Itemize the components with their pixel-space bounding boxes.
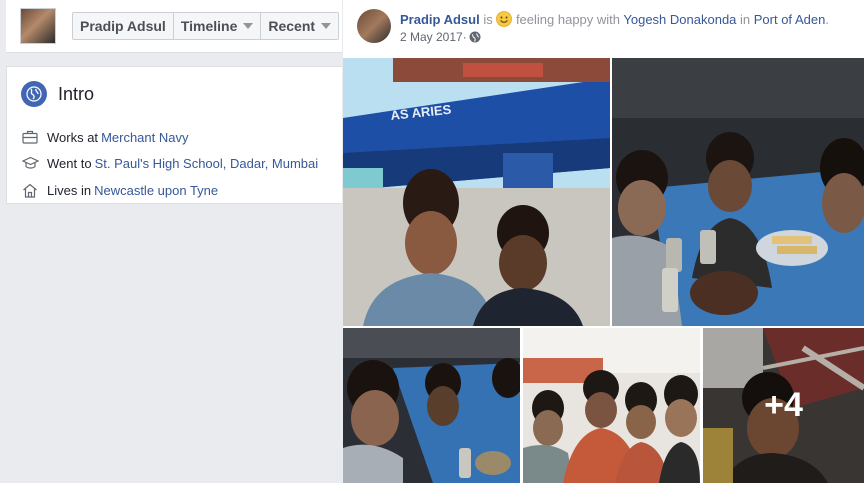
photo-night-table [343, 328, 520, 483]
intro-location-row: Lives in Newcastle upon Tyne [21, 182, 218, 198]
public-globe-icon[interactable] [469, 31, 481, 43]
briefcase-icon [21, 129, 39, 145]
post-is-text: is [479, 12, 497, 27]
education-prefix: Went to [47, 155, 92, 171]
intro-title: Intro [58, 83, 95, 104]
post-author-link[interactable]: Pradip Adsul [400, 12, 480, 27]
post-photo-4[interactable] [523, 328, 700, 483]
profile-name-button[interactable]: Pradip Adsul [73, 13, 174, 39]
post-date-link[interactable]: 2 May 2017 [400, 30, 463, 44]
intro-header: Intro [21, 81, 94, 107]
timeline-label: Timeline [180, 18, 238, 34]
more-photos-tile[interactable]: +4 [703, 328, 864, 483]
recent-label: Recent [268, 18, 316, 34]
location-link[interactable]: Newcastle upon Tyne [94, 183, 218, 198]
post-author-avatar[interactable] [357, 9, 391, 43]
tagged-friend-link[interactable]: Yogesh Donakonda [623, 12, 736, 27]
home-icon [21, 182, 39, 198]
photo-crew-cabin [523, 328, 700, 483]
education-link[interactable]: St. Paul's High School, Dadar, Mumbai [95, 156, 319, 171]
post-header-line: Pradip Adsul is feeling happy with Yoges… [400, 11, 829, 30]
post-photo-2[interactable] [612, 58, 864, 326]
post-feeling-text: feeling happy with [512, 12, 624, 27]
recent-button[interactable]: Recent [261, 13, 338, 39]
profile-name-label: Pradip Adsul [80, 18, 166, 34]
post-photo-3[interactable] [343, 328, 520, 483]
intro-education-row: Went to St. Paul's High School, Dadar, M… [21, 155, 318, 171]
location-prefix: Lives in [47, 182, 92, 198]
chevron-down-icon [321, 23, 332, 29]
post-in-text: in [736, 12, 754, 27]
globe-icon [21, 81, 47, 107]
intro-work-row: Works at Merchant Navy [21, 129, 188, 145]
place-link[interactable]: Port of Aden [754, 12, 826, 27]
more-photos-count: +4 [703, 328, 864, 483]
work-prefix: Works at [47, 129, 99, 145]
chevron-down-icon [243, 23, 254, 29]
smiley-icon [496, 11, 513, 30]
post-period: . [825, 12, 829, 27]
feed-post: Pradip Adsul is feeling happy with Yoges… [343, 0, 864, 483]
post-meta-separator: · [462, 30, 467, 44]
post-meta-line: 2 May 2017 · [400, 30, 481, 44]
profile-nav-buttons: Pradip Adsul Timeline Recent [72, 12, 340, 40]
profile-avatar[interactable] [20, 8, 56, 44]
photo-ship-selfie: AS ARIES [343, 58, 610, 326]
work-link[interactable]: Merchant Navy [101, 130, 188, 145]
graduation-cap-icon [21, 155, 39, 171]
photo-night-group [612, 58, 864, 326]
profile-nav-bar: Pradip Adsul Timeline Recent [6, 0, 342, 53]
timeline-button[interactable]: Timeline [174, 13, 262, 39]
intro-card: Intro Works at Merchant Navy Went to St.… [6, 66, 342, 204]
post-photo-1[interactable]: AS ARIES [343, 58, 610, 326]
